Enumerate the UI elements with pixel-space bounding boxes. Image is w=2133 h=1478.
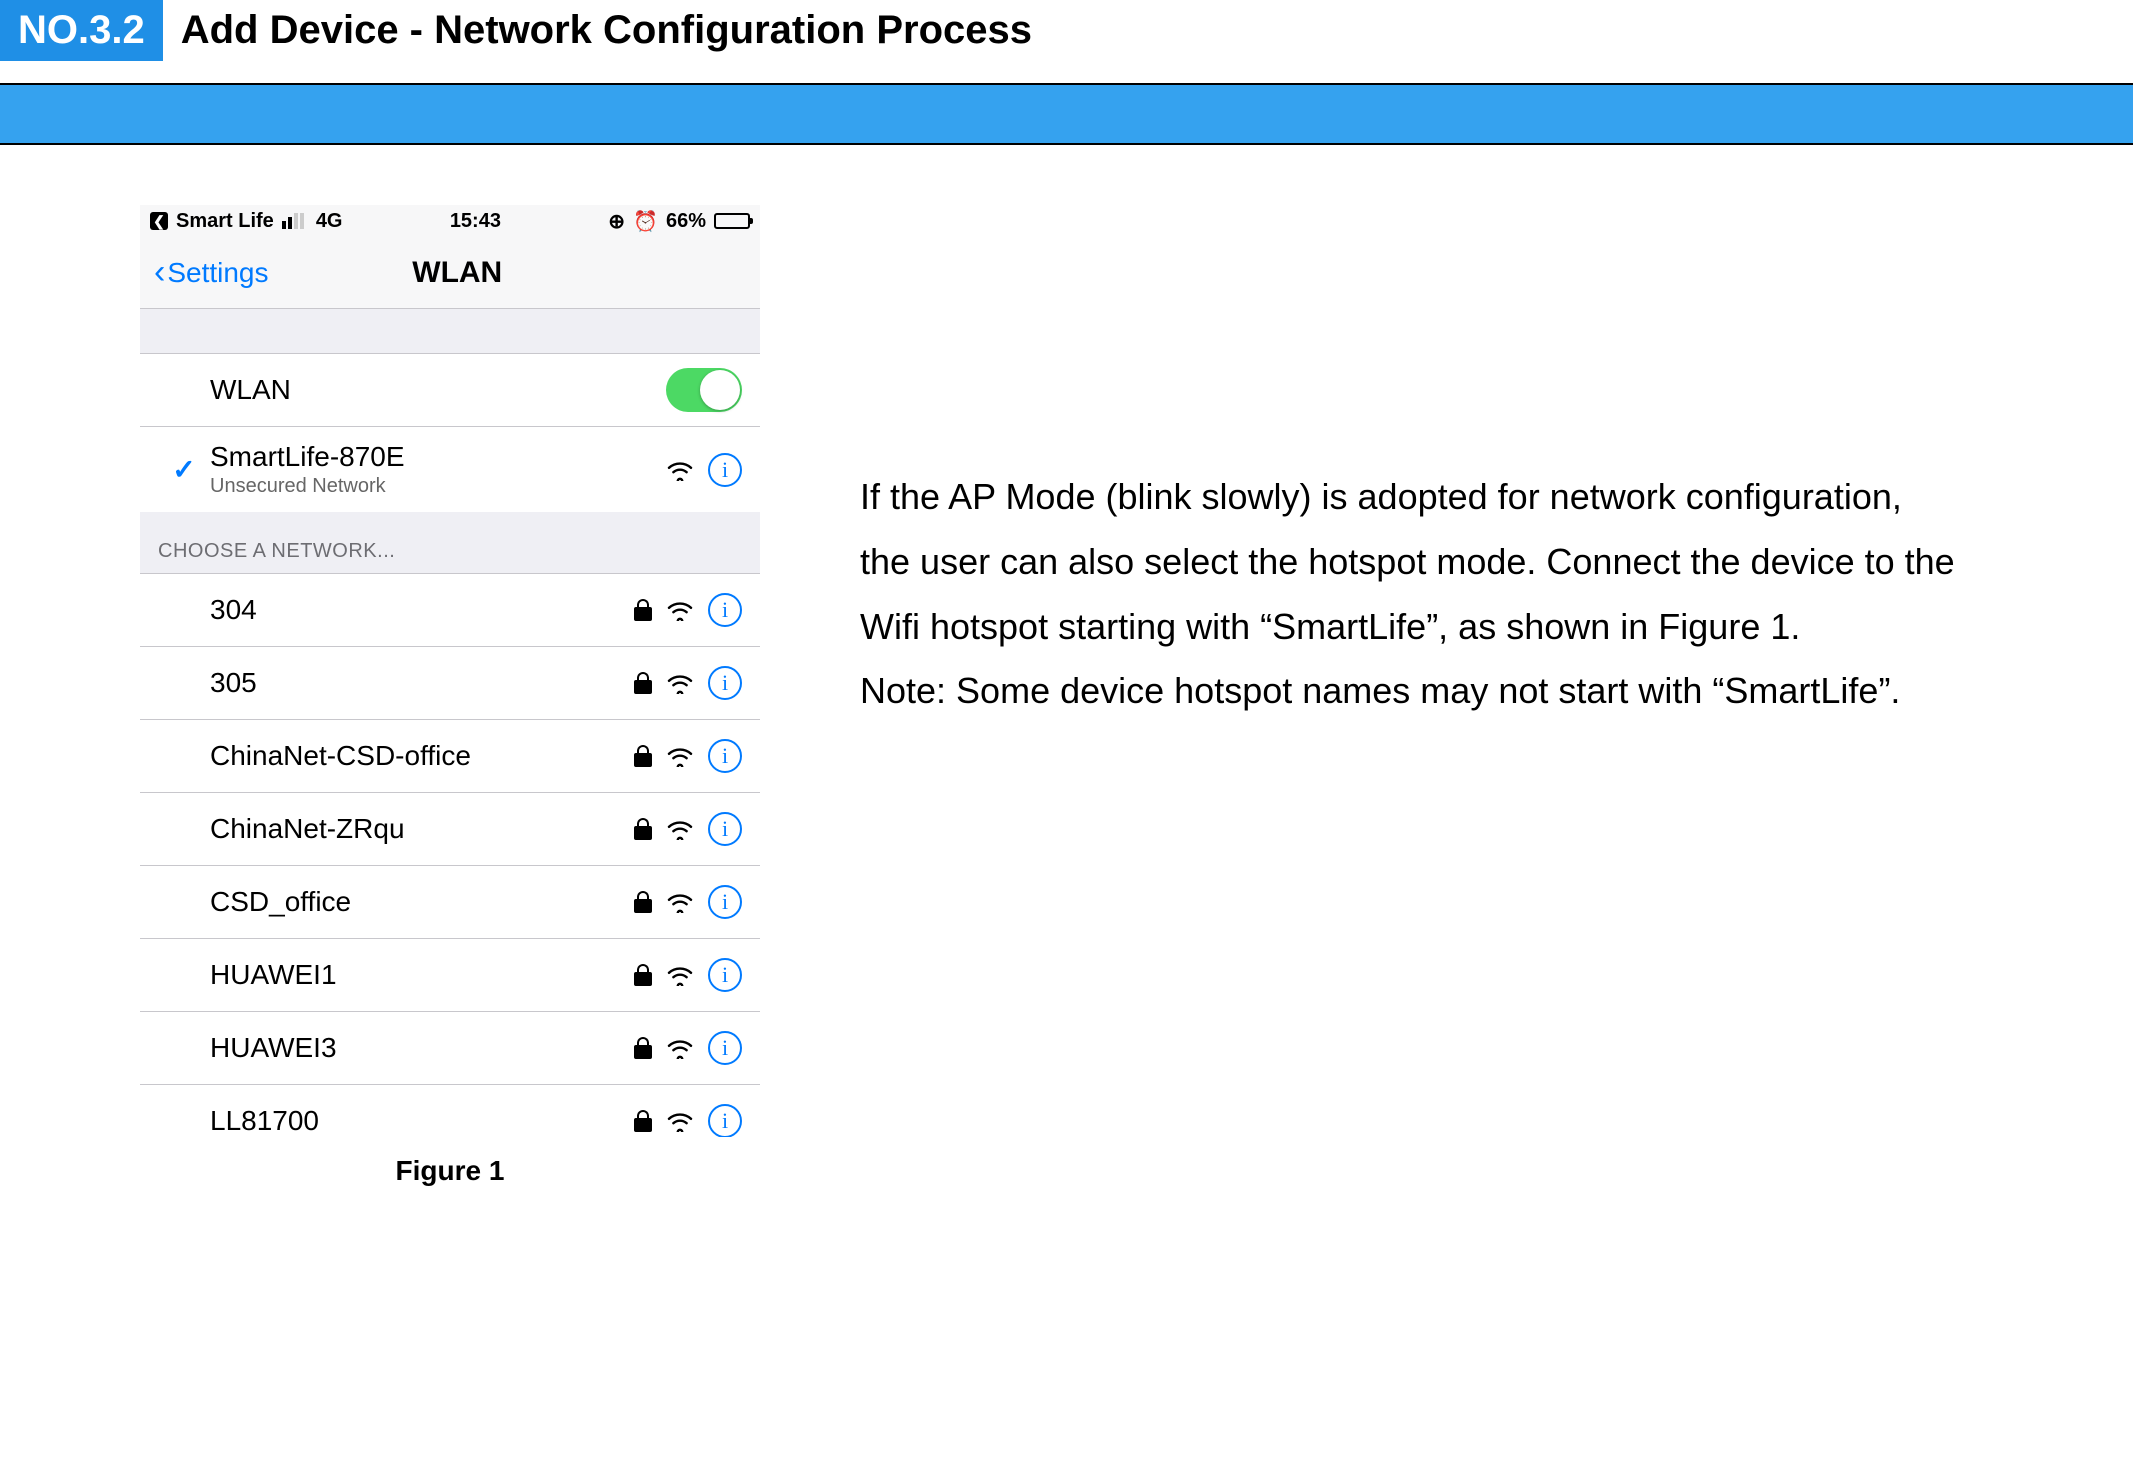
connected-network-row[interactable]: ✓ SmartLife-870E Unsecured Network i: [140, 426, 760, 513]
network-list: 304i305iChinaNet-CSD-officeiChinaNet-ZRq…: [140, 573, 760, 1137]
status-left: ❮ Smart Life 4G: [150, 210, 343, 233]
page-title: Add Device - Network Configuration Proce…: [181, 8, 1032, 53]
network-row[interactable]: HUAWEI3 i: [140, 1011, 760, 1085]
lock-icon: [634, 891, 652, 913]
wifi-icon: [666, 1110, 694, 1132]
back-app-icon[interactable]: ❮: [150, 212, 168, 230]
connected-sub: Unsecured Network: [210, 475, 666, 498]
chevron-left-icon: ‹: [154, 253, 165, 292]
battery-icon: [714, 213, 750, 229]
alarm-icon: ⏰: [633, 209, 658, 234]
carrier-label: 4G: [316, 210, 343, 233]
lock-icon: [634, 672, 652, 694]
info-icon[interactable]: i: [708, 593, 742, 627]
signal-icon: [282, 213, 308, 229]
connected-name: SmartLife-870E: [210, 441, 666, 473]
wifi-icon: [666, 818, 694, 840]
wifi-icon: [666, 964, 694, 986]
wifi-icon: [666, 599, 694, 621]
info-icon[interactable]: i: [708, 958, 742, 992]
lock-icon: [634, 1110, 652, 1132]
blue-bar: [0, 83, 2133, 145]
lock-icon: [634, 745, 652, 767]
rotation-lock-icon: ⊕: [608, 209, 625, 234]
paragraph-1: If the AP Mode (blink slowly) is adopted…: [860, 465, 1960, 659]
wifi-icon: [666, 891, 694, 913]
info-icon[interactable]: i: [708, 1031, 742, 1065]
wlan-label: WLAN: [210, 374, 666, 406]
lock-icon: [634, 964, 652, 986]
page-header: NO.3.2 Add Device - Network Configuratio…: [0, 0, 2133, 73]
status-right: ⊕ ⏰ 66%: [608, 209, 750, 234]
network-row[interactable]: CSD_office i: [140, 865, 760, 939]
network-row[interactable]: HUAWEI1 i: [140, 938, 760, 1012]
wlan-toggle[interactable]: [666, 368, 742, 412]
section-header: CHOOSE A NETWORK...: [140, 512, 760, 573]
back-app-label[interactable]: Smart Life: [176, 210, 274, 233]
info-icon[interactable]: i: [708, 812, 742, 846]
network-row[interactable]: ChinaNet-CSD-office i: [140, 719, 760, 793]
network-row[interactable]: 304 i: [140, 573, 760, 647]
lock-icon: [634, 818, 652, 840]
network-row[interactable]: 305 i: [140, 646, 760, 720]
figure-caption: Figure 1: [140, 1155, 760, 1187]
network-row[interactable]: ChinaNet-ZRqu i: [140, 792, 760, 866]
network-name: 305: [210, 667, 634, 699]
body-text: If the AP Mode (blink slowly) is adopted…: [860, 205, 1960, 1187]
section-badge: NO.3.2: [0, 0, 163, 61]
network-name: ChinaNet-CSD-office: [210, 740, 634, 772]
wifi-icon: [666, 1037, 694, 1059]
status-bar: ❮ Smart Life 4G 15:43 ⊕ ⏰ 66%: [140, 205, 760, 237]
lock-icon: [634, 599, 652, 621]
content: ❮ Smart Life 4G 15:43 ⊕ ⏰ 66% ‹ Settings: [0, 145, 2133, 1187]
figure-1: ❮ Smart Life 4G 15:43 ⊕ ⏰ 66% ‹ Settings: [140, 205, 760, 1187]
wifi-icon: [666, 459, 694, 481]
wifi-icon: [666, 672, 694, 694]
lock-icon: [634, 1037, 652, 1059]
network-name: HUAWEI1: [210, 959, 634, 991]
network-name: CSD_office: [210, 886, 634, 918]
network-name: HUAWEI3: [210, 1032, 634, 1064]
spacer: [140, 309, 760, 353]
network-name: ChinaNet-ZRqu: [210, 813, 634, 845]
paragraph-2: Note: Some device hotspot names may not …: [860, 659, 1960, 724]
wlan-toggle-row[interactable]: WLAN: [140, 353, 760, 427]
nav-bar: ‹ Settings WLAN: [140, 237, 760, 309]
nav-title: WLAN: [169, 256, 747, 290]
phone-screenshot: ❮ Smart Life 4G 15:43 ⊕ ⏰ 66% ‹ Settings: [140, 205, 760, 1137]
network-name: 304: [210, 594, 634, 626]
time-label: 15:43: [450, 210, 501, 233]
wifi-icon: [666, 745, 694, 767]
network-row[interactable]: LL81700 i: [140, 1084, 760, 1137]
battery-pct: 66%: [666, 210, 706, 233]
info-icon[interactable]: i: [708, 885, 742, 919]
checkmark-icon: ✓: [172, 453, 195, 486]
info-icon[interactable]: i: [708, 453, 742, 487]
info-icon[interactable]: i: [708, 666, 742, 700]
info-icon[interactable]: i: [708, 739, 742, 773]
network-name: LL81700: [210, 1105, 634, 1137]
info-icon[interactable]: i: [708, 1104, 742, 1137]
